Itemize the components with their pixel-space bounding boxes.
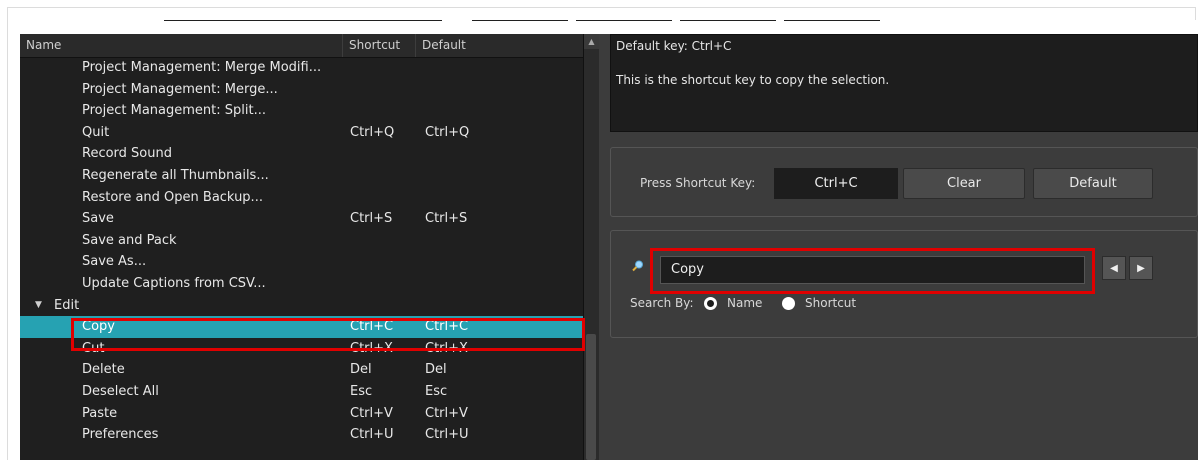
list-item[interactable]: Regenerate all Thumbnails... [20,165,598,187]
group-row[interactable]: ▼ Edit [20,295,598,317]
list-item[interactable]: Project Management: Merge... [20,79,598,101]
row-name: Deselect All [82,383,159,399]
row-name: Delete [82,362,125,378]
top-divider [472,20,568,21]
row-default: Esc [425,383,448,399]
shortcut-key-field[interactable]: Ctrl+C [774,168,898,199]
row-name: Project Management: Merge Modifi... [82,60,322,75]
top-divider [576,20,672,21]
press-shortcut-label: Press Shortcut Key: [640,176,756,190]
shortcut-key-group: Press Shortcut Key: Ctrl+C Clear Default [610,147,1198,217]
list-item[interactable]: Project Management: Merge Modifi... [20,57,598,79]
row-name: Paste [82,405,118,421]
list-item[interactable]: Save As... [20,251,598,273]
row-name: Preferences [82,427,159,443]
search-previous-icon[interactable]: ◀ [1102,256,1126,280]
list-item[interactable]: Preferences Ctrl+U Ctrl+U [20,424,598,446]
row-shortcut: Ctrl+X [350,340,393,356]
column-header-shortcut[interactable]: Shortcut [343,34,416,57]
scroll-up-arrow-icon[interactable]: ▲ [584,34,599,49]
shortcuts-panel: Name Shortcut Default Project Management… [20,34,1198,460]
search-by-label: Search By: [630,296,694,310]
top-divider [164,20,442,21]
row-default: Ctrl+Q [425,124,470,140]
shortcut-list: Name Shortcut Default Project Management… [20,34,599,460]
row-default: Ctrl+X [425,340,468,356]
row-name: Project Management: Merge... [82,81,278,97]
list-item[interactable]: Quit Ctrl+Q Ctrl+Q [20,122,598,144]
row-name: Save and Pack [82,232,177,248]
list-header: Name Shortcut Default [20,34,598,58]
row-name: Record Sound [82,146,172,162]
row-shortcut: Ctrl+C [350,319,394,335]
row-default: Ctrl+V [425,405,468,421]
default-key-text: Default key: Ctrl+C [616,39,732,53]
row-default: Ctrl+S [425,211,468,227]
list-item[interactable]: Copy Ctrl+C Ctrl+C [20,316,598,338]
row-name: Save [82,211,114,227]
search-group: Copy ◀ ▶ Search By: Name Shortcut [610,230,1198,338]
row-default: Ctrl+C [425,319,469,335]
search-icon [632,260,643,272]
list-rows: Project Management: Merge Modifi... Proje… [20,57,598,446]
radio-name-label[interactable]: Name [727,296,762,310]
default-button[interactable]: Default [1033,168,1153,199]
row-shortcut: Ctrl+U [350,427,394,443]
list-item[interactable]: Project Management: Split... [20,100,598,122]
row-name: Update Captions from CSV... [82,275,266,291]
description-text: This is the shortcut key to copy the sel… [616,73,890,87]
search-next-icon[interactable]: ▶ [1129,256,1153,280]
row-default: Del [425,362,447,378]
row-shortcut: Del [350,362,372,378]
clear-button[interactable]: Clear [903,168,1025,199]
row-default: Ctrl+U [425,427,469,443]
list-item[interactable]: Update Captions from CSV... [20,273,598,295]
column-header-name[interactable]: Name [20,34,343,57]
row-name: Edit [54,297,80,313]
description-panel: Default key: Ctrl+C This is the shortcut… [610,34,1198,132]
top-strip [20,20,1198,34]
search-input[interactable]: Copy [660,256,1085,284]
scroll-thumb[interactable] [586,334,596,460]
row-name: Copy [82,319,115,335]
row-shortcut: Ctrl+Q [350,124,395,140]
radio-name[interactable] [704,297,717,310]
column-header-default[interactable]: Default [416,34,583,57]
top-divider [680,20,776,21]
list-item[interactable]: Cut Ctrl+X Ctrl+X [20,338,598,360]
radio-shortcut[interactable] [782,297,795,310]
row-name: Regenerate all Thumbnails... [82,167,269,183]
top-divider [784,20,880,21]
list-item[interactable]: Deselect All Esc Esc [20,381,598,403]
list-item[interactable]: Paste Ctrl+V Ctrl+V [20,403,598,425]
row-name: Cut [82,340,105,356]
list-item[interactable]: Record Sound [20,143,598,165]
row-shortcut: Esc [350,383,373,399]
row-name: Project Management: Split... [82,103,266,119]
expand-triangle-icon[interactable]: ▼ [35,295,42,317]
row-name: Quit [82,124,110,140]
row-shortcut: Ctrl+V [350,405,393,421]
radio-shortcut-label[interactable]: Shortcut [805,296,856,310]
list-item[interactable]: Delete Del Del [20,359,598,381]
row-name: Save As... [82,254,147,270]
list-item[interactable]: Save and Pack [20,230,598,252]
list-scrollbar[interactable]: ▲ [583,34,599,460]
list-item[interactable]: Restore and Open Backup... [20,187,598,209]
row-shortcut: Ctrl+S [350,211,393,227]
list-item[interactable]: Save Ctrl+S Ctrl+S [20,208,598,230]
row-name: Restore and Open Backup... [82,189,263,205]
